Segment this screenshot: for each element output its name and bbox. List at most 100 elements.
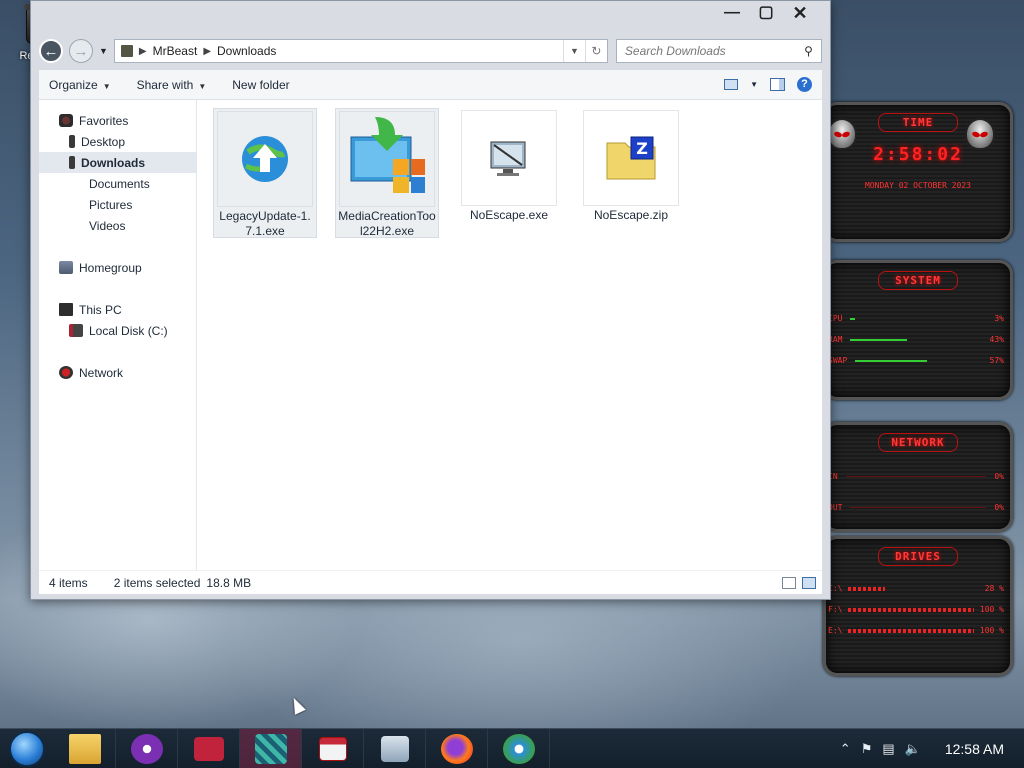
- nav-videos[interactable]: Videos: [39, 215, 196, 236]
- forward-button[interactable]: →: [69, 39, 93, 63]
- file-item[interactable]: MediaCreationTool22H2.exe: [335, 108, 439, 238]
- help-icon[interactable]: ?: [797, 77, 812, 92]
- back-button[interactable]: ←: [39, 39, 63, 63]
- breadcrumb-downloads[interactable]: Downloads: [217, 44, 276, 58]
- taskbar-screen-recorder[interactable]: [178, 728, 240, 768]
- search-icon[interactable]: ⚲: [804, 44, 813, 58]
- favorites-icon: [59, 114, 73, 127]
- navigation-pane: Favorites Desktop Downloads Documents Pi…: [39, 100, 197, 570]
- drive-f-label: F:\: [828, 605, 843, 614]
- address-bar[interactable]: ▶ MrBeast ▶ Downloads ▼ ↻: [113, 39, 608, 63]
- nav-desktop-label: Desktop: [81, 134, 126, 149]
- nav-this-pc[interactable]: This PC: [39, 299, 196, 320]
- nav-pictures-label: Pictures: [89, 197, 133, 212]
- nav-homegroup-label: Homegroup: [79, 260, 142, 275]
- taskbar-explorer[interactable]: [54, 728, 116, 768]
- show-hidden-icons-icon[interactable]: ⌃: [840, 741, 851, 757]
- taskbar-legacy-update[interactable]: [488, 728, 550, 768]
- command-bar: Organize ▼ Share with ▼ New folder ▼ ?: [39, 70, 822, 100]
- legacy-update-icon: [502, 733, 535, 764]
- drive-e-value: 100 %: [979, 626, 1004, 635]
- share-with-button[interactable]: Share with ▼: [137, 78, 207, 92]
- organize-button[interactable]: Organize ▼: [49, 78, 111, 92]
- nav-network[interactable]: Network: [39, 362, 196, 383]
- breadcrumb-chevron-icon[interactable]: ▶: [139, 46, 147, 57]
- file-item[interactable]: LegacyUpdate-1.7.1.exe: [213, 108, 317, 238]
- breadcrumb-chevron-icon[interactable]: ▶: [203, 46, 211, 57]
- chevron-down-icon: ▼: [102, 81, 111, 91]
- nav-downloads[interactable]: Downloads: [39, 152, 196, 173]
- minimize-button[interactable]: —: [722, 3, 742, 23]
- ram-value: 43%: [989, 335, 1004, 344]
- details-view-icon[interactable]: [782, 576, 796, 589]
- taskbar-system-monitor[interactable]: [364, 728, 426, 768]
- file-item[interactable]: Z NoEscape.zip: [579, 108, 683, 238]
- cpu-row: CPU 3%: [826, 308, 1010, 329]
- ram-row: RAM 43%: [826, 329, 1010, 350]
- share-with-label: Share with: [136, 77, 194, 92]
- system-monitor-icon: [380, 735, 409, 762]
- time-panel-title: TIME: [878, 113, 958, 132]
- start-orb-icon: [9, 730, 45, 767]
- taskbar-puzzle-app[interactable]: [240, 728, 302, 768]
- address-dropdown-icon[interactable]: ▼: [563, 40, 585, 62]
- preview-pane-icon[interactable]: [770, 78, 785, 91]
- taskbar-clock[interactable]: 12:58 AM: [945, 741, 1004, 757]
- view-options-dropdown-icon[interactable]: ▼: [750, 80, 758, 89]
- recent-locations-dropdown[interactable]: ▼: [99, 46, 108, 56]
- arrow-left-icon: ←: [43, 42, 59, 60]
- nav-desktop[interactable]: Desktop: [39, 131, 196, 152]
- desktop-folder-icon: [69, 135, 75, 148]
- alien-logo-right-icon: [965, 118, 995, 150]
- drive-e-label: E:\: [828, 626, 843, 635]
- file-name: MediaCreationTool22H2.exe: [338, 209, 436, 238]
- nav-this-pc-label: This PC: [79, 302, 122, 317]
- action-center-flag-icon[interactable]: ⚑: [861, 741, 873, 757]
- change-view-icon[interactable]: [724, 79, 739, 90]
- drives-panel-title: DRIVES: [878, 547, 958, 566]
- nav-documents[interactable]: Documents: [39, 173, 196, 194]
- file-name: LegacyUpdate-1.7.1.exe: [219, 209, 311, 238]
- nav-network-label: Network: [79, 365, 124, 380]
- nav-favorites[interactable]: Favorites: [39, 110, 196, 131]
- alien-logo-left-icon: [827, 118, 857, 150]
- explorer-content: Favorites Desktop Downloads Documents Pi…: [39, 100, 822, 570]
- system-panel-title: SYSTEM: [878, 271, 958, 290]
- puzzle-app-icon: [254, 733, 287, 764]
- taskbar-firefox[interactable]: [426, 728, 488, 768]
- status-bar: 4 items 2 items selected 18.8 MB: [39, 570, 822, 594]
- network-icon: [59, 366, 73, 379]
- nav-pictures[interactable]: Pictures: [39, 194, 196, 215]
- maximize-button[interactable]: ▢: [756, 3, 776, 23]
- taskbar-masked-app[interactable]: [116, 728, 178, 768]
- cpu-value: 3%: [994, 314, 1004, 323]
- organize-label: Organize: [49, 77, 98, 92]
- search-box[interactable]: Search Downloads ⚲: [615, 39, 822, 63]
- nav-local-disk[interactable]: Local Disk (C:): [39, 320, 196, 341]
- nav-documents-label: Documents: [89, 176, 150, 191]
- downloads-folder-icon: [69, 156, 75, 169]
- nav-videos-label: Videos: [89, 218, 126, 233]
- gadget-date: MONDAY 02 OCTOBER 2023: [865, 181, 971, 190]
- refresh-icon[interactable]: ↻: [584, 40, 607, 62]
- drive-f-fill: [848, 607, 974, 612]
- start-button[interactable]: [0, 729, 54, 768]
- volume-icon[interactable]: 🔈: [905, 741, 921, 757]
- swap-bar: [855, 359, 928, 362]
- breadcrumb-mrbeast[interactable]: MrBeast: [153, 44, 198, 58]
- legacy-update-icon: [217, 111, 313, 207]
- taskbar-window-app[interactable]: [302, 728, 364, 768]
- arrow-right-icon: →: [73, 42, 89, 60]
- large-icons-view-icon[interactable]: [802, 576, 816, 589]
- nav-homegroup[interactable]: Homegroup: [39, 257, 196, 278]
- network-panel: NETWORK IN 0% OUT 0%: [823, 422, 1013, 532]
- system-panel: SYSTEM CPU 3% RAM 43% SWAP 57%: [823, 260, 1013, 400]
- item-count: 4 items: [49, 575, 88, 590]
- new-folder-button[interactable]: New folder: [232, 78, 289, 92]
- close-button[interactable]: ✕: [790, 3, 810, 23]
- file-item[interactable]: NoEscape.exe: [457, 108, 561, 238]
- network-status-icon[interactable]: ▤: [882, 741, 894, 757]
- drive-row-e: E:\ 100 %: [826, 620, 1010, 641]
- file-name: NoEscape.zip: [593, 208, 669, 222]
- taskbar: ⌃ ⚑ ▤ 🔈 12:58 AM: [0, 728, 1024, 768]
